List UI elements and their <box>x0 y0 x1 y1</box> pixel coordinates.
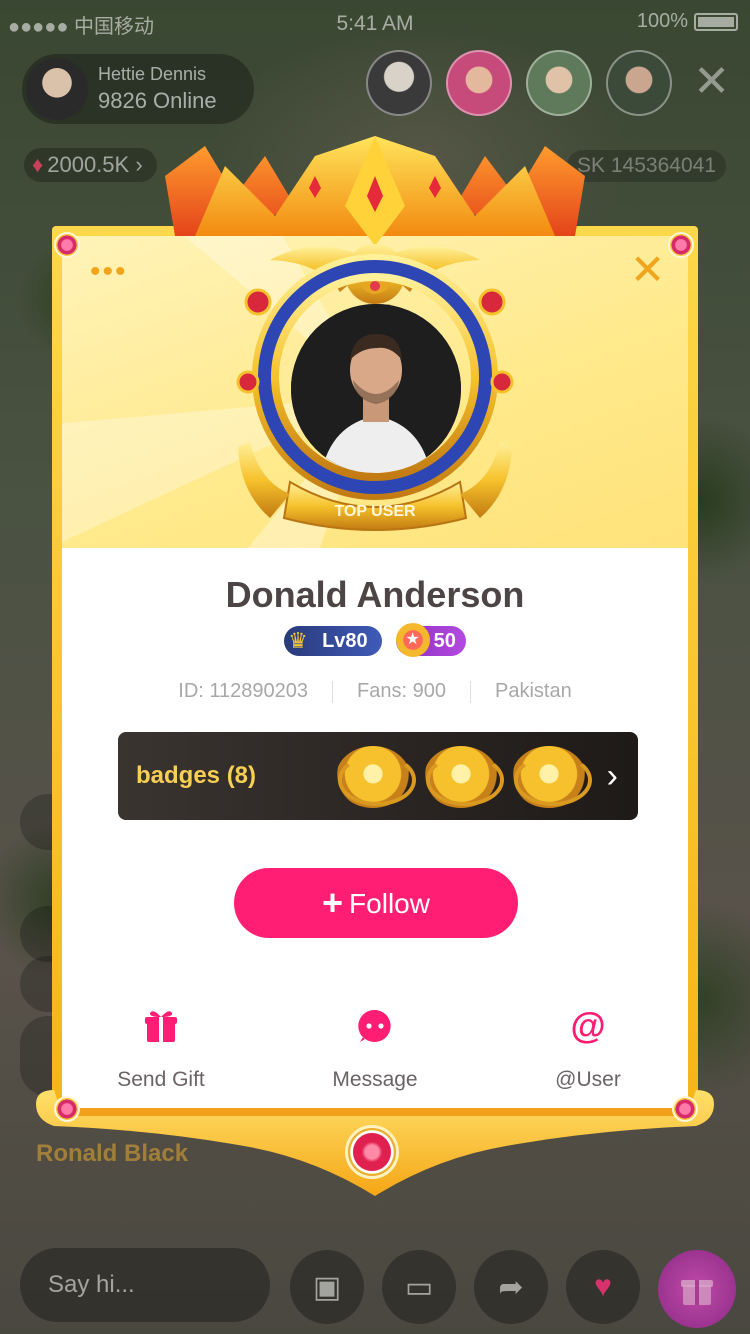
chevron-right-icon: › <box>129 152 143 177</box>
send-gift-action[interactable]: Send Gift <box>86 1006 236 1092</box>
divider <box>469 680 471 703</box>
camera-icon[interactable]: ▣ <box>290 1250 364 1324</box>
divider <box>332 680 334 703</box>
country: Pakistan <box>494 680 572 702</box>
diamond-icon: ♦ <box>32 152 44 177</box>
close-card-icon[interactable]: ✕ <box>630 249 665 291</box>
diamond-balance[interactable]: ♦ 2000.5K › <box>24 148 157 182</box>
gift-icon <box>681 1280 713 1305</box>
badges-label: badges (8) <box>136 762 257 789</box>
rocket-badge-icon <box>336 746 416 808</box>
battery-icon <box>694 12 738 31</box>
at-icon: @ <box>570 1005 606 1046</box>
top-user-avatar-frame: TOP USER <box>236 244 514 531</box>
rocket-badge-icon <box>424 746 504 808</box>
status-bar: ●●●●● 中国移动 5:41 AM 100% <box>0 8 750 38</box>
corner-gem-icon <box>672 1096 698 1122</box>
profile-name: Donald Anderson <box>225 574 525 615</box>
profile-meta: ID: 112890203 Fans: 900 Pakistan <box>0 680 750 703</box>
corner-gem-icon <box>668 232 694 258</box>
viewer-avatar[interactable] <box>526 50 592 116</box>
viewer-avatar[interactable] <box>446 50 512 116</box>
more-options-icon[interactable]: ••• <box>90 257 128 287</box>
corner-gem-icon <box>54 1096 80 1122</box>
host-name: Hettie Dennis <box>98 64 207 84</box>
bottom-toolbar: Say hi... ▣ ▭ ➦ ♥ <box>0 1244 750 1328</box>
center-gem-icon <box>348 1128 396 1176</box>
chevron-right-icon: › <box>606 757 618 795</box>
user-id: ID: 112890203 <box>178 680 309 702</box>
close-stream-icon[interactable]: ✕ <box>693 60 730 104</box>
message-icon[interactable]: ▭ <box>382 1250 456 1324</box>
user-level: Lv80 <box>322 630 368 652</box>
crown-icon <box>165 136 585 246</box>
online-count: 9826 Online <box>98 88 217 113</box>
battery-percent: 100% <box>636 10 688 32</box>
top-user-label: TOP USER <box>334 503 416 520</box>
heart-icon[interactable]: ♥ <box>566 1250 640 1324</box>
diamond-count: 2000.5K <box>47 152 130 177</box>
level-badges: ♛ Lv80 ★ 50 <box>0 623 750 657</box>
chat-input[interactable]: Say hi... <box>20 1248 270 1322</box>
gift-button[interactable] <box>658 1250 736 1328</box>
viewer-avatar[interactable] <box>366 50 432 116</box>
message-action[interactable]: Message <box>300 1006 450 1092</box>
share-icon[interactable]: ➦ <box>474 1250 548 1324</box>
plus-icon: + <box>322 882 344 923</box>
host-info-pill[interactable]: Hettie Dennis 9826 Online <box>22 54 254 124</box>
badges-row[interactable]: badges (8) › <box>118 732 638 820</box>
follow-button[interactable]: + Follow <box>234 868 518 938</box>
user-level-badge: ♛ Lv80 <box>284 626 382 656</box>
battery-indicator: 100% <box>637 10 738 33</box>
fans-count: Fans: 900 <box>357 680 446 702</box>
corner-gem-icon <box>54 232 80 258</box>
star-medal-icon: ★ <box>395 623 430 657</box>
mention-user-action[interactable]: @ @User <box>513 1005 663 1092</box>
follow-label: Follow <box>349 888 430 919</box>
rocket-badge-icon <box>512 746 592 808</box>
star-level: 50 <box>433 630 456 652</box>
wing-crest-icon: ♛ <box>288 628 308 653</box>
viewer-avatar[interactable] <box>606 50 672 116</box>
star-level-badge: ★ 50 <box>395 623 466 657</box>
host-avatar[interactable] <box>26 58 88 120</box>
chat-bubble-icon <box>300 1006 450 1046</box>
gift-icon <box>86 1006 236 1046</box>
room-id: SK 145364041 <box>567 150 726 182</box>
